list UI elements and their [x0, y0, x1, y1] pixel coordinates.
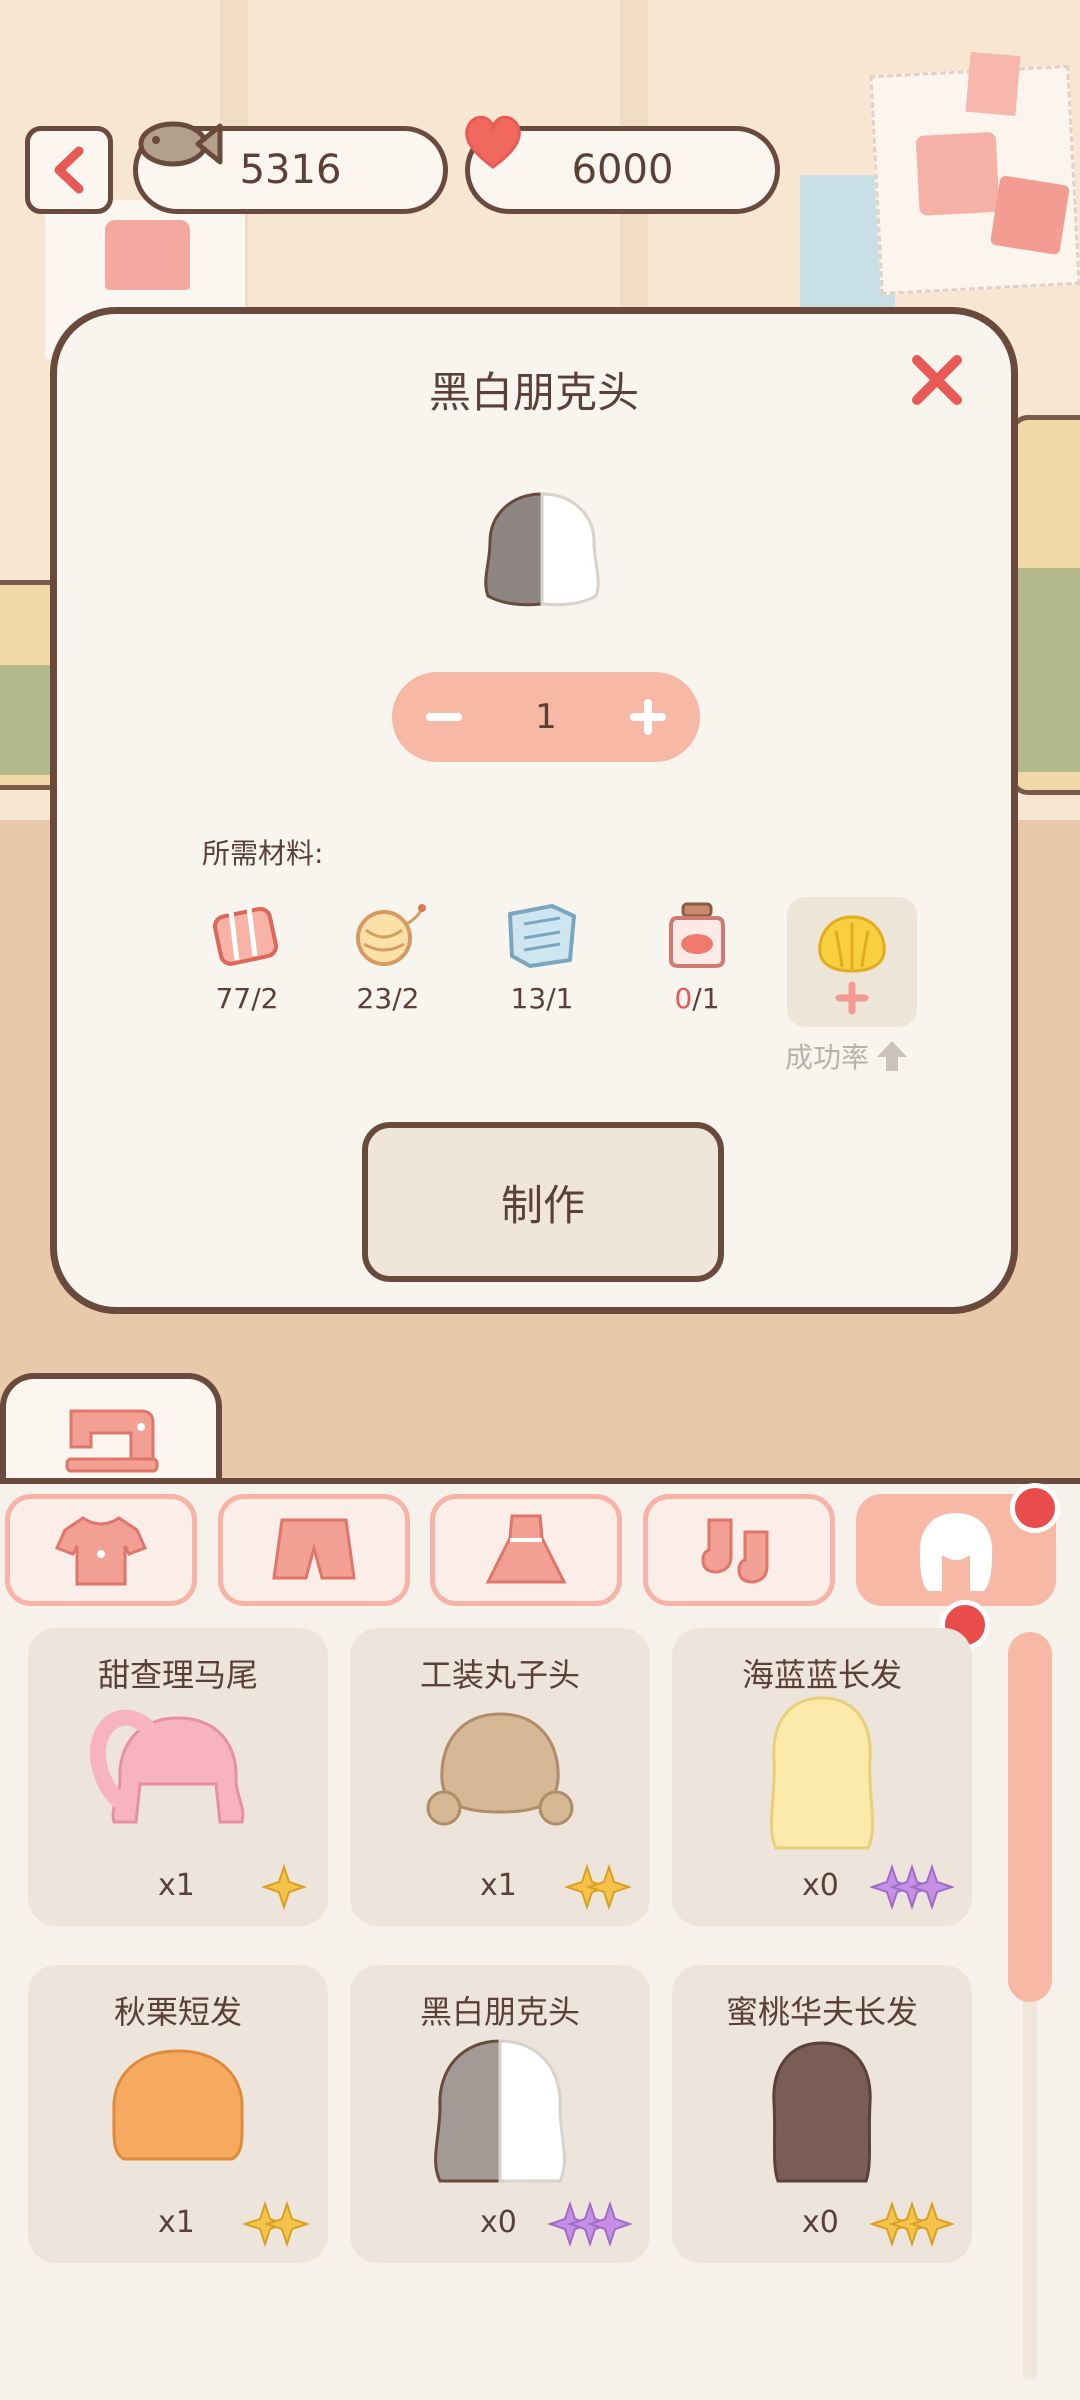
item-count: x1 [158, 2205, 195, 2240]
long-hair-icon [770, 1696, 874, 1850]
item-count: x1 [480, 1868, 517, 1903]
category-tab-dresses[interactable] [430, 1494, 622, 1606]
make-button[interactable]: 制作 [362, 1122, 724, 1282]
yarn-ball-icon [356, 904, 426, 966]
ponytail-hair-icon [89, 1709, 245, 1824]
hair-item-card[interactable]: 工装丸子头 x1 [350, 1628, 650, 1926]
hair-item-card[interactable]: 黑白朋克头 x0 [350, 1965, 650, 2263]
star-icon [565, 1863, 631, 1911]
materials-label: 所需材料: [202, 837, 324, 870]
dialog-title: 黑白朋克头 [428, 368, 639, 417]
wall-poster [869, 51, 1080, 296]
star-icon [548, 2200, 632, 2248]
fabric-roll-icon [212, 906, 278, 966]
star-icon [260, 1863, 308, 1911]
long-hair-icon [772, 2041, 872, 2183]
short-hair-icon [112, 2049, 244, 2161]
material-item[interactable]: 0/1 [642, 894, 752, 1015]
punk-hair-icon [434, 2039, 566, 2183]
back-button[interactable] [25, 126, 113, 214]
sewing-machine-icon [65, 1409, 159, 1473]
bun-hair-icon [426, 1712, 574, 1826]
item-count: x0 [802, 1868, 839, 1903]
fish-count: 5316 [239, 147, 342, 193]
thread-spool [1010, 415, 1080, 795]
hair-item-card[interactable]: 甜查理马尾 x1 [28, 1628, 328, 1926]
star-icon [870, 1863, 954, 1911]
close-icon[interactable] [907, 350, 967, 410]
star-icon [870, 2200, 954, 2248]
material-item[interactable]: 77/2 [192, 894, 302, 1015]
shorts-icon [272, 1518, 356, 1580]
chevron-left-icon [54, 146, 84, 194]
add-icon [835, 981, 869, 1015]
scrollbar-thumb[interactable] [1008, 1632, 1052, 2002]
heart-count: 6000 [571, 147, 674, 193]
cloth-sheet-icon [508, 904, 576, 968]
arrow-up-icon [877, 1041, 908, 1071]
fish-icon [138, 121, 223, 167]
category-tab-bottoms[interactable] [218, 1494, 410, 1606]
plus-icon[interactable] [628, 697, 668, 737]
item-count: x1 [158, 1868, 195, 1903]
shell-icon [818, 915, 886, 973]
dye-jar-icon [669, 902, 725, 968]
quantity-value: 1 [535, 697, 557, 737]
socks-icon [701, 1518, 769, 1584]
quantity-stepper: 1 [392, 672, 700, 762]
material-item[interactable]: 23/2 [333, 894, 443, 1015]
success-rate-label: 成功率 [785, 1036, 909, 1076]
craft-dialog: 黑白朋克头 1 所需材料: 77/2 23/2 13/1 0/1 成功率 制作 [50, 307, 1018, 1314]
success-rate-boost-slot[interactable] [787, 897, 917, 1027]
dress-icon [485, 1514, 567, 1584]
shirt-icon [54, 1516, 148, 1586]
item-count: x0 [802, 2205, 839, 2240]
sewing-tab[interactable] [0, 1373, 222, 1483]
category-tab-socks[interactable] [643, 1494, 835, 1606]
item-count: x0 [480, 2205, 517, 2240]
minus-icon[interactable] [424, 697, 464, 737]
category-tab-tops[interactable] [5, 1494, 197, 1606]
hair-icon [919, 1513, 993, 1591]
hair-item-card[interactable]: 海蓝蓝长发 x0 [672, 1628, 972, 1926]
material-item[interactable]: 13/1 [487, 894, 597, 1015]
star-icon [243, 2200, 309, 2248]
notification-dot [1010, 1483, 1060, 1533]
hair-item-card[interactable]: 秋栗短发 x1 [28, 1965, 328, 2263]
heart-icon [465, 115, 521, 169]
hair-preview-icon [484, 492, 600, 607]
hair-item-card[interactable]: 蜜桃华夫长发 x0 [672, 1965, 972, 2263]
